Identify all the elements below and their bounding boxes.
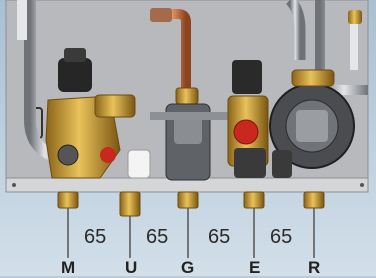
spacing-label-g-e: 65 <box>208 226 231 248</box>
pipe-icon <box>127 149 151 179</box>
boiler-connection-diagram: 65 65 65 65 M U G E R <box>0 0 376 277</box>
connection-label-u: U <box>125 258 138 277</box>
fitting-icon <box>234 148 266 178</box>
pump-icon <box>296 110 328 142</box>
fitting-icon <box>272 150 292 178</box>
fitting-icon <box>57 144 79 166</box>
pressure-gauge-icon <box>233 119 259 145</box>
spacing-label-e-r: 65 <box>270 226 293 248</box>
fitting-icon <box>150 8 172 22</box>
connection-label-r: R <box>308 258 321 277</box>
connection-fitting-g <box>177 191 199 209</box>
valve-knob-icon <box>64 48 86 62</box>
connection-label-m: M <box>61 258 76 277</box>
spacing-label-m-u: 65 <box>84 226 107 248</box>
connection-fitting-u <box>119 191 141 217</box>
mounting-rail <box>150 112 238 120</box>
valve-knob-icon <box>232 60 262 94</box>
screw-icon <box>12 183 16 187</box>
connection-fitting-m <box>57 191 79 209</box>
fitting-icon <box>291 69 335 87</box>
spacing-label-u-g: 65 <box>146 226 169 248</box>
valve-knob-icon <box>58 58 92 92</box>
fitting-icon <box>348 10 362 24</box>
fitting-icon <box>175 87 199 105</box>
valve-icon <box>94 94 136 118</box>
connection-fitting-e <box>243 191 265 209</box>
connection-fitting-r <box>303 191 325 209</box>
connection-label-e: E <box>249 258 261 277</box>
red-cap-icon <box>100 147 116 163</box>
connection-label-g: G <box>181 258 195 277</box>
screw-icon <box>360 183 364 187</box>
boiler-illustration <box>0 0 376 276</box>
